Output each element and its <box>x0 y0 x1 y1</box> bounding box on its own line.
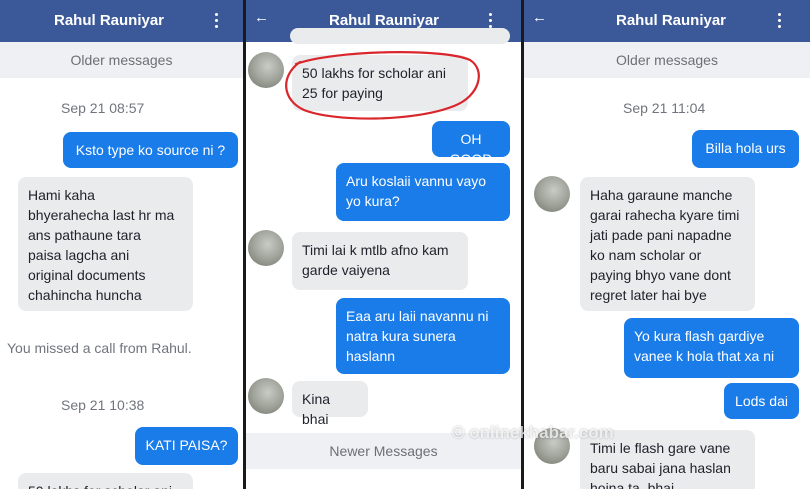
timestamp: Sep 21 08:57 <box>61 100 145 116</box>
panel-divider <box>521 0 524 489</box>
message-incoming[interactable]: Hami kaha bhyerahecha last hr ma ans pat… <box>18 177 193 311</box>
message-incoming-partial <box>290 28 510 44</box>
message-incoming[interactable]: 50 lakhs for scholar ani <box>18 473 193 489</box>
chat-header: Rahul Rauniyar <box>0 0 243 42</box>
message-incoming[interactable]: Timi lai k mtlb afno kam garde vaiyena <box>292 232 468 290</box>
timestamp: Sep 21 11:04 <box>623 100 706 116</box>
message-outgoing[interactable]: Lods dai <box>724 383 799 419</box>
message-outgoing[interactable]: OH GOOD <box>432 121 510 167</box>
message-outgoing[interactable]: Ksto type ko source ni ? <box>63 132 238 168</box>
older-messages-button[interactable]: Older messages <box>524 42 810 78</box>
contact-avatar[interactable] <box>534 176 570 212</box>
chat-panel-3: ← Rahul Rauniyar Older messages Sep 21 1… <box>524 0 810 489</box>
message-outgoing[interactable]: Aru koslaii vannu vayo yo kura? <box>336 163 510 221</box>
back-arrow-icon[interactable]: ← <box>254 0 269 36</box>
message-incoming[interactable]: Kina bhai <box>292 381 368 427</box>
missed-call-notice: You missed a call from Rahul. <box>7 340 192 356</box>
message-outgoing[interactable]: Billa hola urs <box>692 130 799 168</box>
panel-divider <box>243 0 246 489</box>
more-menu-icon[interactable] <box>778 13 781 31</box>
message-outgoing[interactable]: Yo kura flash gardiye vanee k hola that … <box>624 318 799 378</box>
contact-avatar[interactable] <box>248 378 284 414</box>
watermark-text: © onlinekhabar.com <box>452 423 614 442</box>
contact-name[interactable]: Rahul Rauniyar <box>616 0 726 42</box>
chat-panel-2: ← Rahul Rauniyar 50 lakhs for scholar an… <box>246 0 521 489</box>
contact-avatar[interactable] <box>248 230 284 266</box>
contact-name[interactable]: Rahul Rauniyar <box>54 0 164 42</box>
message-outgoing[interactable]: KATI PAISA? <box>135 427 238 465</box>
message-incoming[interactable]: Haha garaune manche garai rahecha kyare … <box>580 177 755 311</box>
chat-panel-1: Rahul Rauniyar Older messages Sep 21 08:… <box>0 0 243 489</box>
more-menu-icon[interactable] <box>215 13 218 31</box>
older-messages-button[interactable]: Older messages <box>0 42 243 78</box>
red-annotation-circle <box>285 51 480 120</box>
message-outgoing[interactable]: Eaa aru laii navannu ni natra kura suner… <box>336 298 510 374</box>
back-arrow-icon[interactable]: ← <box>532 0 547 36</box>
chat-header: ← Rahul Rauniyar <box>524 0 810 42</box>
timestamp: Sep 21 10:38 <box>61 397 145 413</box>
